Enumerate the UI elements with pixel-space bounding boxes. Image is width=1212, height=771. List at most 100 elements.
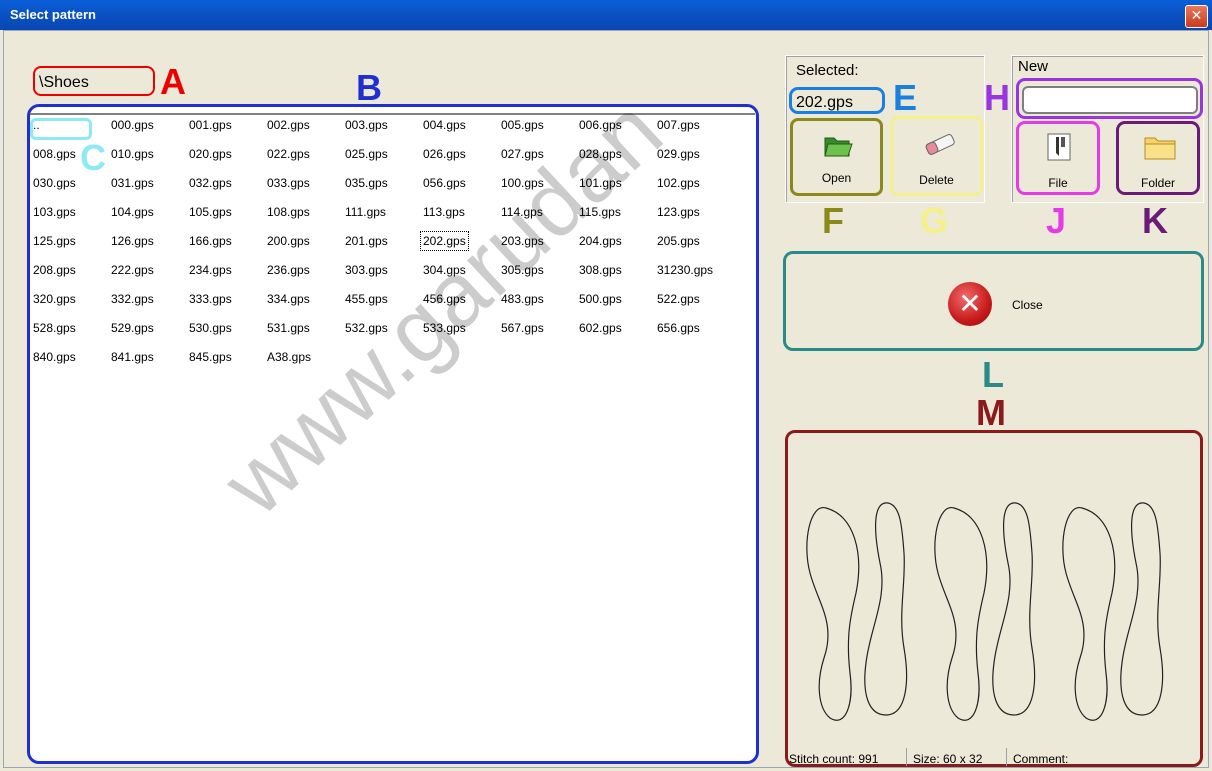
file-item[interactable]: 101.gps xyxy=(579,176,622,190)
stitch-count: Stitch count: 991 xyxy=(789,752,879,766)
file-item[interactable]: 236.gps xyxy=(267,263,310,277)
file-item[interactable]: 025.gps xyxy=(345,147,388,161)
annotation-f: F xyxy=(822,200,844,241)
file-item[interactable]: 030.gps xyxy=(33,176,76,190)
file-item[interactable]: 528.gps xyxy=(33,321,76,335)
file-item[interactable]: 304.gps xyxy=(423,263,466,277)
file-item[interactable]: 111.gps xyxy=(345,205,386,219)
file-item[interactable]: 006.gps xyxy=(579,118,622,132)
file-item[interactable]: 532.gps xyxy=(345,321,388,335)
new-name-input[interactable] xyxy=(1022,86,1198,114)
folder-label: Folder xyxy=(1140,176,1175,190)
file-item[interactable]: 456.gps xyxy=(423,292,466,306)
file-item[interactable]: 001.gps xyxy=(189,118,232,132)
annotation-a: A xyxy=(160,61,186,102)
annotation-g: G xyxy=(920,200,949,241)
file-item[interactable]: 840.gps xyxy=(33,350,76,364)
status-separator xyxy=(1006,748,1007,766)
title-bar[interactable]: Select pattern ✕ xyxy=(0,0,1212,30)
file-item[interactable]: 567.gps xyxy=(501,321,544,335)
file-label: File xyxy=(1048,176,1068,190)
file-item[interactable]: 31230.gps xyxy=(657,263,713,277)
eraser-icon xyxy=(923,131,957,160)
file-item[interactable]: 455.gps xyxy=(345,292,388,306)
annotation-h: H xyxy=(984,77,1010,118)
open-button[interactable]: Open xyxy=(790,118,883,196)
file-item[interactable]: 125.gps xyxy=(33,234,76,248)
file-item[interactable]: 031.gps xyxy=(111,176,154,190)
file-item[interactable]: 234.gps xyxy=(189,263,232,277)
file-item[interactable]: 027.gps xyxy=(501,147,544,161)
file-item[interactable]: 005.gps xyxy=(501,118,544,132)
new-folder-button[interactable]: Folder xyxy=(1116,121,1200,195)
file-item[interactable]: 305.gps xyxy=(501,263,544,277)
folder-open-icon xyxy=(823,133,853,162)
file-item[interactable]: 000.gps xyxy=(111,118,154,132)
file-item[interactable]: 028.gps xyxy=(579,147,622,161)
file-item[interactable]: 522.gps xyxy=(657,292,700,306)
file-item[interactable]: 113.gps xyxy=(423,205,465,219)
file-item[interactable]: 530.gps xyxy=(189,321,232,335)
file-item[interactable]: 222.gps xyxy=(111,263,154,277)
file-item[interactable]: 203.gps xyxy=(501,234,544,248)
file-item[interactable]: 032.gps xyxy=(189,176,232,190)
file-item[interactable]: 333.gps xyxy=(189,292,232,306)
file-item[interactable]: 656.gps xyxy=(657,321,700,335)
file-item[interactable]: 205.gps xyxy=(657,234,700,248)
status-separator xyxy=(906,748,907,766)
file-item[interactable]: 115.gps xyxy=(579,205,621,219)
file-item[interactable]: 003.gps xyxy=(345,118,388,132)
pattern-preview xyxy=(785,430,1203,767)
file-item[interactable]: 202.gps xyxy=(420,231,469,251)
file-item[interactable]: 200.gps xyxy=(267,234,310,248)
file-item[interactable]: 022.gps xyxy=(267,147,310,161)
close-button[interactable] xyxy=(783,251,1204,351)
file-item[interactable]: A38.gps xyxy=(267,350,311,364)
file-item[interactable]: 026.gps xyxy=(423,147,466,161)
file-item[interactable]: 303.gps xyxy=(345,263,388,277)
open-label: Open xyxy=(821,171,852,185)
file-item[interactable]: 102.gps xyxy=(657,176,700,190)
file-item[interactable]: 007.gps xyxy=(657,118,700,132)
file-item[interactable]: 029.gps xyxy=(657,147,700,161)
file-item[interactable]: 500.gps xyxy=(579,292,622,306)
file-item[interactable]: 529.gps xyxy=(111,321,154,335)
file-item[interactable]: 308.gps xyxy=(579,263,622,277)
window-close-button[interactable]: ✕ xyxy=(1185,5,1208,28)
file-item[interactable]: 208.gps xyxy=(33,263,76,277)
file-item[interactable]: 008.gps xyxy=(33,147,76,161)
file-item[interactable]: 126.gps xyxy=(111,234,154,248)
file-item[interactable]: 845.gps xyxy=(189,350,232,364)
file-list[interactable] xyxy=(27,104,759,764)
file-item[interactable]: 483.gps xyxy=(501,292,544,306)
file-item[interactable]: 103.gps xyxy=(33,205,76,219)
delete-button[interactable]: Delete xyxy=(890,116,983,196)
file-item[interactable]: 841.gps xyxy=(111,350,154,364)
file-item[interactable]: 533.gps xyxy=(423,321,466,335)
file-item[interactable]: 002.gps xyxy=(267,118,310,132)
file-item[interactable]: 020.gps xyxy=(189,147,232,161)
file-item[interactable]: 033.gps xyxy=(267,176,310,190)
file-item[interactable]: 010.gps xyxy=(111,147,154,161)
selected-label: Selected: xyxy=(796,62,859,79)
file-item[interactable]: 602.gps xyxy=(579,321,622,335)
file-item[interactable]: 166.gps xyxy=(189,234,232,248)
file-item[interactable]: 332.gps xyxy=(111,292,154,306)
file-item[interactable]: 004.gps xyxy=(423,118,466,132)
file-item[interactable]: 035.gps xyxy=(345,176,388,190)
file-item[interactable]: 108.gps xyxy=(267,205,310,219)
file-item[interactable]: 056.gps xyxy=(423,176,466,190)
file-item[interactable]: 201.gps xyxy=(345,234,388,248)
file-item[interactable]: 320.gps xyxy=(33,292,76,306)
close-label: Close xyxy=(1012,298,1043,312)
file-item[interactable]: 100.gps xyxy=(501,176,544,190)
file-item[interactable]: 114.gps xyxy=(501,205,543,219)
file-item[interactable]: 105.gps xyxy=(189,205,232,219)
new-file-button[interactable]: File xyxy=(1016,121,1100,195)
file-item[interactable]: 123.gps xyxy=(657,205,700,219)
file-item[interactable]: 204.gps xyxy=(579,234,622,248)
file-item[interactable]: 531.gps xyxy=(267,321,310,335)
file-item[interactable]: 334.gps xyxy=(267,292,310,306)
file-item[interactable]: 104.gps xyxy=(111,205,154,219)
size-readout: Size: 60 x 32 xyxy=(913,752,983,766)
